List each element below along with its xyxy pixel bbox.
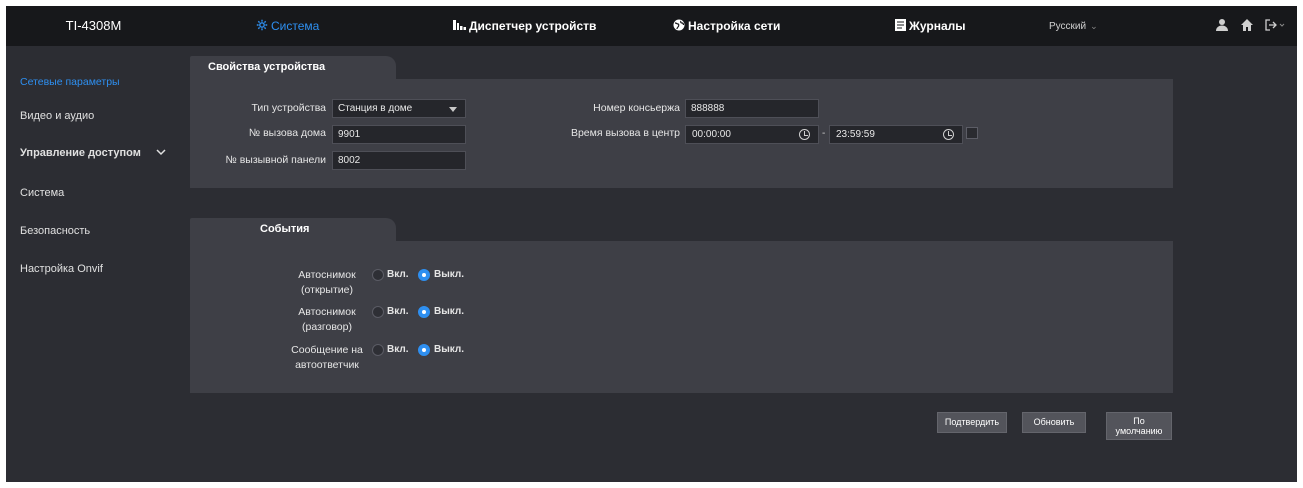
nav-network-settings-label: Настройка сети	[688, 19, 781, 33]
snapshot-open-off-radio[interactable]	[418, 269, 430, 281]
answering-machine-off-radio[interactable]	[418, 344, 430, 356]
panel-call-label: № вызывной панели	[225, 154, 326, 166]
center-call-time-label: Время вызова в центр	[570, 127, 680, 139]
snapshot-talk-off-radio[interactable]	[418, 306, 430, 318]
dropdown-arrow-icon	[449, 107, 457, 112]
nav-network-settings[interactable]: Настройка сети	[673, 6, 780, 46]
device-type-value: Станция в доме	[338, 103, 413, 114]
snapshot-talk-on-label: Вкл.	[387, 306, 409, 317]
event-label-snapshot-talk: Автоснимок (разговор)	[282, 305, 372, 335]
sidebar-item-network-params[interactable]: Сетевые параметры	[20, 76, 120, 88]
nav-logs[interactable]: Журналы	[895, 6, 965, 46]
event-label-line: автоответчик	[295, 359, 359, 371]
sidebar-item-video-audio[interactable]: Видео и аудио	[20, 110, 94, 122]
time-end-value: 23:59:59	[836, 129, 875, 140]
event-label-snapshot-open: Автоснимок (открытие)	[282, 268, 372, 298]
refresh-button[interactable]: Обновить	[1022, 412, 1086, 433]
nav-logs-label: Журналы	[909, 19, 966, 33]
sidebar-item-access-control-label: Управление доступом	[20, 147, 141, 159]
app-window: TI-4308M Система Диспетчер устройств Нас…	[6, 6, 1297, 482]
sidebar: Сетевые параметры Видео и аудио Управлен…	[6, 46, 181, 482]
concierge-label: Номер консьержа	[593, 102, 680, 114]
nav-system[interactable]: Система	[256, 6, 319, 46]
snapshot-open-off-label: Выкл.	[434, 269, 465, 280]
snapshot-talk-off-label: Выкл.	[434, 306, 465, 317]
device-model-title: TI-4308M	[65, 18, 122, 33]
clock-icon	[799, 129, 810, 140]
nav-device-manager[interactable]: Диспетчер устройств	[453, 6, 596, 46]
devices-icon	[453, 19, 466, 34]
user-icon[interactable]	[1214, 18, 1230, 34]
tab-events[interactable]: События	[190, 218, 396, 241]
home-icon[interactable]	[1239, 18, 1255, 34]
log-icon	[895, 18, 906, 34]
top-navigation-bar: TI-4308M Система Диспетчер устройств Нас…	[6, 6, 1297, 46]
answering-machine-off-label: Выкл.	[434, 344, 465, 355]
answering-machine-on-label: Вкл.	[387, 344, 409, 355]
event-label-line: Автоснимок	[298, 306, 356, 318]
house-call-input[interactable]: 9901	[332, 125, 466, 144]
default-button-line: По	[1133, 416, 1145, 426]
language-value: Русский	[1049, 21, 1087, 32]
event-label-line: Автоснимок	[298, 269, 356, 281]
snapshot-open-on-label: Вкл.	[387, 269, 409, 280]
concierge-input[interactable]: 888888	[685, 99, 819, 118]
device-type-select[interactable]: Станция в доме	[332, 99, 466, 118]
nav-device-manager-label: Диспетчер устройств	[469, 19, 597, 33]
time-start-value: 00:00:00	[692, 129, 731, 140]
time-end-input[interactable]: 23:59:59	[829, 125, 963, 144]
sidebar-item-onvif[interactable]: Настройка Onvif	[20, 263, 103, 275]
nav-system-label: Система	[271, 19, 320, 33]
house-call-label: № вызова дома	[248, 127, 326, 139]
language-select[interactable]: Русский ⌄	[1049, 6, 1098, 46]
chevron-down-icon	[156, 147, 166, 159]
snapshot-talk-on-radio[interactable]	[372, 306, 384, 318]
tab-device-properties[interactable]: Свойства устройства	[190, 56, 396, 79]
chevron-down-icon: ⌄	[1090, 21, 1098, 31]
event-label-line: (разговор)	[302, 321, 352, 333]
answering-machine-on-radio[interactable]	[372, 344, 384, 356]
default-button[interactable]: По умолчанию	[1106, 412, 1172, 440]
logout-icon[interactable]	[1263, 18, 1287, 34]
sidebar-item-access-control[interactable]: Управление доступом	[20, 147, 166, 159]
sidebar-item-system[interactable]: Система	[20, 187, 64, 199]
device-type-label: Тип устройства	[251, 102, 326, 114]
gear-icon	[256, 19, 268, 34]
globe-icon	[673, 19, 685, 34]
snapshot-open-on-radio[interactable]	[372, 269, 384, 281]
time-range-separator: -	[822, 128, 826, 139]
sidebar-item-security[interactable]: Безопасность	[20, 225, 90, 237]
event-label-line: (открытие)	[301, 284, 353, 296]
confirm-button[interactable]: Подтвердить	[937, 412, 1007, 433]
event-label-answering-machine: Сообщение на автоответчик	[282, 343, 372, 373]
time-enable-checkbox[interactable]	[966, 127, 978, 139]
panel-call-input[interactable]: 8002	[332, 151, 466, 170]
event-label-line: Сообщение на	[291, 344, 363, 356]
default-button-line: умолчанию	[1115, 426, 1163, 436]
time-start-input[interactable]: 00:00:00	[685, 125, 819, 144]
clock-icon	[943, 129, 954, 140]
